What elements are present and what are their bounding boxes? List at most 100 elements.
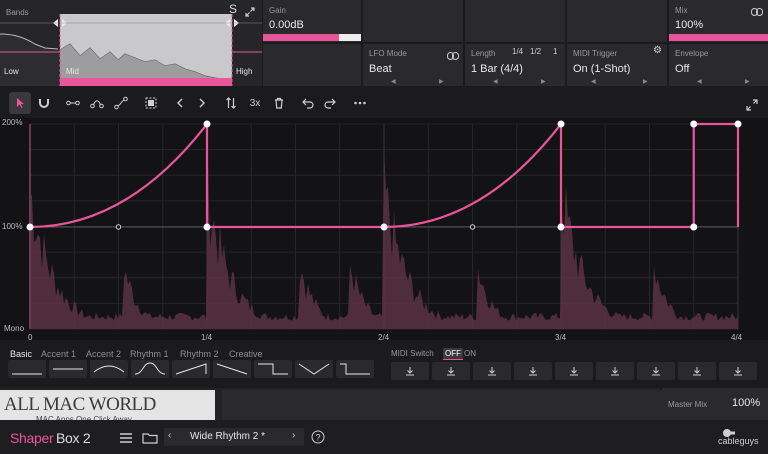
master-mix-value: 100% — [732, 397, 761, 409]
empty-slot-3 — [465, 0, 565, 42]
download-slot-2[interactable] — [432, 362, 470, 380]
prev-arrow-icon[interactable]: ◀ — [591, 78, 596, 85]
more-options-icon[interactable] — [349, 92, 371, 114]
download-slot-7[interactable] — [637, 362, 675, 380]
download-slot-8[interactable] — [678, 362, 716, 380]
next-arrow-icon[interactable]: ▶ — [541, 78, 546, 85]
shape-preset-square[interactable] — [254, 360, 292, 378]
undo-icon[interactable] — [297, 92, 319, 114]
shape-preset-ramp-down[interactable] — [213, 360, 251, 378]
curve-node[interactable] — [557, 223, 565, 231]
gain-knob[interactable]: Gain 0.00dB — [263, 0, 361, 42]
select-all-button[interactable] — [140, 92, 162, 114]
curve-node[interactable] — [26, 223, 34, 231]
menu-icon[interactable] — [119, 431, 133, 443]
download-slot-4[interactable] — [514, 362, 552, 380]
envelope-value: Off — [675, 63, 690, 75]
x-tick-1: 1/4 — [201, 333, 213, 342]
curve-handle[interactable] — [115, 224, 122, 230]
shift-left-button[interactable] — [169, 92, 191, 114]
prev-arrow-icon[interactable]: ◀ — [493, 78, 498, 85]
length-one[interactable]: 1 — [553, 47, 557, 56]
mix-slider[interactable] — [669, 34, 768, 41]
magnet-tool-button[interactable] — [33, 92, 55, 114]
tab-rhythm-2[interactable]: Rhythm 2 — [180, 349, 219, 359]
band-low-label[interactable]: Low — [4, 67, 19, 76]
master-mix-knob[interactable]: Master Mix 100% — [662, 388, 768, 420]
curve-handle[interactable] — [469, 224, 476, 230]
shape-preset-triangle[interactable] — [295, 360, 333, 378]
line-tool-button[interactable] — [62, 92, 84, 114]
preset-next-icon[interactable]: › — [292, 430, 295, 441]
gear-icon[interactable]: ⚙ — [653, 45, 662, 56]
band-mid-label[interactable]: Mid — [66, 67, 79, 76]
curve-node[interactable] — [690, 223, 698, 231]
curve-node[interactable] — [557, 120, 565, 128]
folder-icon[interactable] — [142, 431, 158, 444]
shape-preset-ramp-up[interactable] — [172, 360, 210, 378]
envelope-selector[interactable]: Envelope Off ◀ ▶ — [669, 44, 768, 86]
brand-name-2: Box 2 — [56, 430, 91, 446]
link-icon[interactable] — [447, 47, 459, 60]
s-curve-tool-button[interactable] — [110, 92, 132, 114]
curve-node[interactable] — [203, 120, 211, 128]
midi-switch-off[interactable]: OFF — [443, 348, 463, 360]
mix-knob[interactable]: Mix 100% — [669, 0, 768, 42]
prev-arrow-icon[interactable]: ◀ — [697, 78, 702, 85]
length-selector[interactable]: Length 1/4 1/2 1 1 Bar (4/4) ◀ ▶ — [465, 44, 565, 86]
shift-right-button[interactable] — [191, 92, 213, 114]
gain-slider[interactable] — [263, 34, 361, 41]
midi-switch-on[interactable]: ON — [464, 349, 476, 358]
lfo-mode-selector[interactable]: LFO Mode Beat ◀ ▶ — [363, 44, 463, 86]
mid-band-bar[interactable] — [60, 78, 232, 86]
download-slot-3[interactable] — [473, 362, 511, 380]
length-label: Length — [471, 49, 496, 58]
download-slot-9[interactable] — [719, 362, 757, 380]
curve-node[interactable] — [380, 223, 388, 231]
expand-icon[interactable] — [245, 4, 255, 17]
lfo-curve-canvas[interactable] — [0, 118, 768, 340]
download-slot-1[interactable] — [391, 362, 429, 380]
shape-preset-step[interactable] — [336, 360, 374, 378]
tab-creative[interactable]: Creative — [229, 349, 263, 359]
link-icon[interactable] — [751, 3, 763, 16]
trash-icon[interactable] — [268, 92, 290, 114]
shape-preset-bump[interactable] — [90, 360, 128, 378]
shape-preset-half[interactable] — [49, 360, 87, 378]
preset-selector[interactable]: ‹ Wide Rhythm 2 * › — [164, 428, 304, 446]
next-arrow-icon[interactable]: ▶ — [745, 78, 750, 85]
curve-node[interactable] — [734, 120, 742, 128]
flip-vertical-button[interactable] — [220, 92, 242, 114]
tab-accent-1[interactable]: Accent 1 — [41, 349, 76, 359]
midi-trigger-selector[interactable]: MIDI Trigger ⚙ On (1-Shot) ◀ ▶ — [567, 44, 667, 86]
tab-rhythm-1[interactable]: Rhythm 1 — [130, 349, 169, 359]
curve-node[interactable] — [690, 120, 698, 128]
redo-icon[interactable] — [319, 92, 341, 114]
length-quarter[interactable]: 1/4 — [512, 47, 523, 56]
waveform-editor[interactable] — [0, 118, 768, 340]
prev-arrow-icon[interactable]: ◀ — [391, 78, 396, 85]
length-half[interactable]: 1/2 — [530, 47, 541, 56]
length-value: 1 Bar (4/4) — [471, 63, 523, 75]
multiply-button[interactable]: 3x — [244, 92, 266, 114]
tab-basic[interactable]: Basic — [10, 349, 32, 359]
tab-accent-2[interactable]: Accent 2 — [86, 349, 121, 359]
band-spectrum[interactable] — [0, 14, 262, 86]
next-arrow-icon[interactable]: ▶ — [643, 78, 648, 85]
pointer-tool-button[interactable] — [9, 92, 31, 114]
download-icon — [611, 367, 619, 376]
shape-preset-sine[interactable] — [131, 360, 169, 378]
download-slot-5[interactable] — [555, 362, 593, 380]
curve-node[interactable] — [203, 223, 211, 231]
band-high-label[interactable]: High — [236, 67, 252, 76]
curve-tool-button[interactable] — [86, 92, 108, 114]
company-name: cableguys — [718, 436, 759, 446]
shape-preset-flat[interactable] — [8, 360, 46, 378]
download-slot-6[interactable] — [596, 362, 634, 380]
fullscreen-icon[interactable] — [746, 98, 758, 111]
next-arrow-icon[interactable]: ▶ — [439, 78, 444, 85]
brand-name-1: Shaper — [10, 430, 54, 446]
preset-prev-icon[interactable]: ‹ — [168, 430, 171, 441]
mix-value: 100% — [675, 19, 704, 31]
help-icon[interactable]: ? — [311, 430, 325, 444]
